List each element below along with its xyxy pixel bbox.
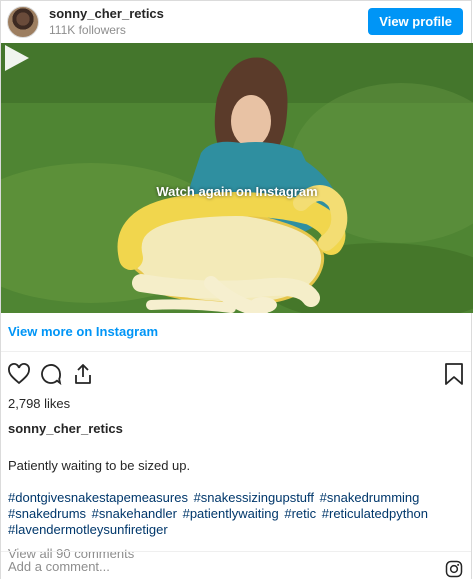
hashtag-link[interactable]: #snakehandler bbox=[92, 506, 177, 521]
hashtag-link[interactable]: #patientlywaiting bbox=[183, 506, 279, 521]
post-header: sonny_cher_retics 111K followers View pr… bbox=[1, 1, 471, 43]
hashtag-link[interactable]: #dontgivesnakestapemeasures bbox=[8, 490, 188, 505]
watch-again-overlay[interactable]: Watch again on Instagram bbox=[1, 184, 473, 199]
action-bar bbox=[1, 352, 471, 394]
hashtag-list: #dontgivesnakestapemeasures #snakessizin… bbox=[1, 473, 471, 538]
instagram-logo-icon[interactable] bbox=[445, 560, 463, 578]
hashtag-link[interactable]: #reticulatedpython bbox=[322, 506, 428, 521]
bookmark-icon[interactable] bbox=[443, 362, 465, 386]
like-count[interactable]: 2,798 likes bbox=[1, 394, 471, 413]
hashtag-link[interactable]: #snakedrumming bbox=[320, 490, 420, 505]
hashtag-link[interactable]: #snakedrums bbox=[8, 506, 86, 521]
post-media[interactable]: Watch again on Instagram bbox=[1, 43, 473, 313]
follower-count: 111K followers bbox=[49, 23, 126, 37]
comment-bar: Add a comment... bbox=[1, 551, 471, 581]
snake-photo bbox=[1, 43, 473, 313]
account-username[interactable]: sonny_cher_retics bbox=[49, 6, 164, 22]
avatar[interactable] bbox=[7, 6, 39, 38]
hashtag-link[interactable]: #retic bbox=[284, 506, 316, 521]
play-icon[interactable] bbox=[1, 43, 31, 73]
hashtag-link[interactable]: #snakessizingupstuff bbox=[194, 490, 314, 505]
caption-text: Patiently waiting to be sized up. bbox=[8, 458, 191, 473]
share-icon[interactable] bbox=[71, 362, 95, 386]
heart-icon[interactable] bbox=[7, 362, 31, 386]
view-more-link[interactable]: View more on Instagram bbox=[1, 313, 471, 352]
view-profile-button[interactable]: View profile bbox=[368, 8, 463, 35]
comment-input[interactable]: Add a comment... bbox=[8, 559, 464, 574]
comment-icon[interactable] bbox=[39, 362, 63, 386]
account-info: sonny_cher_retics 111K followers bbox=[49, 6, 164, 38]
caption-username[interactable]: sonny_cher_retics bbox=[1, 413, 471, 436]
hashtag-link[interactable]: #lavendermotleysunfiretiger bbox=[8, 522, 168, 537]
instagram-embed-card: sonny_cher_retics 111K followers View pr… bbox=[0, 0, 473, 581]
